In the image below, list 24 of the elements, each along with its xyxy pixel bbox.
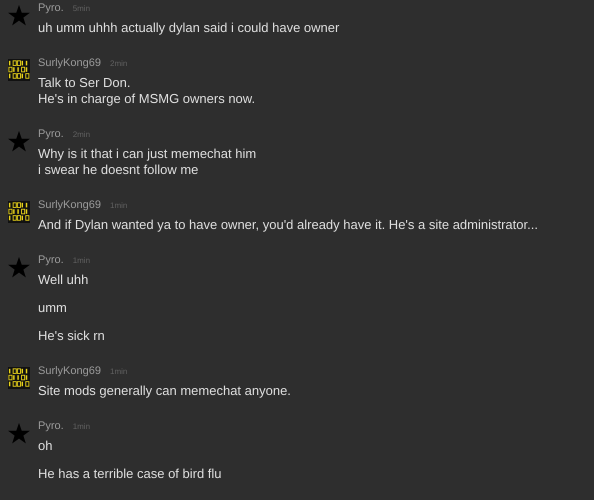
message-text: oh (38, 438, 54, 454)
star-avatar-icon (8, 130, 30, 152)
star-avatar-icon (8, 256, 30, 278)
message-text: uh umm uhhh actually dylan said i could have owner (38, 20, 340, 36)
message-text: Site mods generally can memechat anyone. (38, 383, 291, 399)
message-text: Talk to Ser Don. He's in charge of MSMG owners now. (38, 75, 256, 107)
star-avatar-icon (8, 422, 30, 444)
message-text: Why is it that i can just memechat him i swear he doesnt follow me (38, 146, 256, 178)
message-text: Well uhh (38, 272, 90, 288)
binary-avatar-icon (8, 59, 30, 81)
message-text: And if Dylan wanted ya to have owner, you'd already have it. He's a site administrator... (38, 217, 538, 233)
message-text: He has a terrible case of bird flu (38, 466, 222, 482)
binary-avatar-icon (8, 367, 30, 389)
username[interactable]: Pyro. (38, 420, 64, 432)
username[interactable]: Pyro. (38, 254, 64, 266)
username[interactable]: SurlyKong69 (38, 365, 101, 377)
binary-avatar-icon (8, 201, 30, 223)
username[interactable]: SurlyKong69 (38, 57, 101, 69)
username[interactable]: Pyro. (38, 128, 64, 140)
username[interactable]: SurlyKong69 (38, 199, 101, 211)
message-text: umm (38, 300, 68, 316)
message-text: He's sick rn (38, 328, 105, 344)
star-avatar-icon (8, 4, 30, 26)
username[interactable]: Pyro. (38, 2, 64, 14)
